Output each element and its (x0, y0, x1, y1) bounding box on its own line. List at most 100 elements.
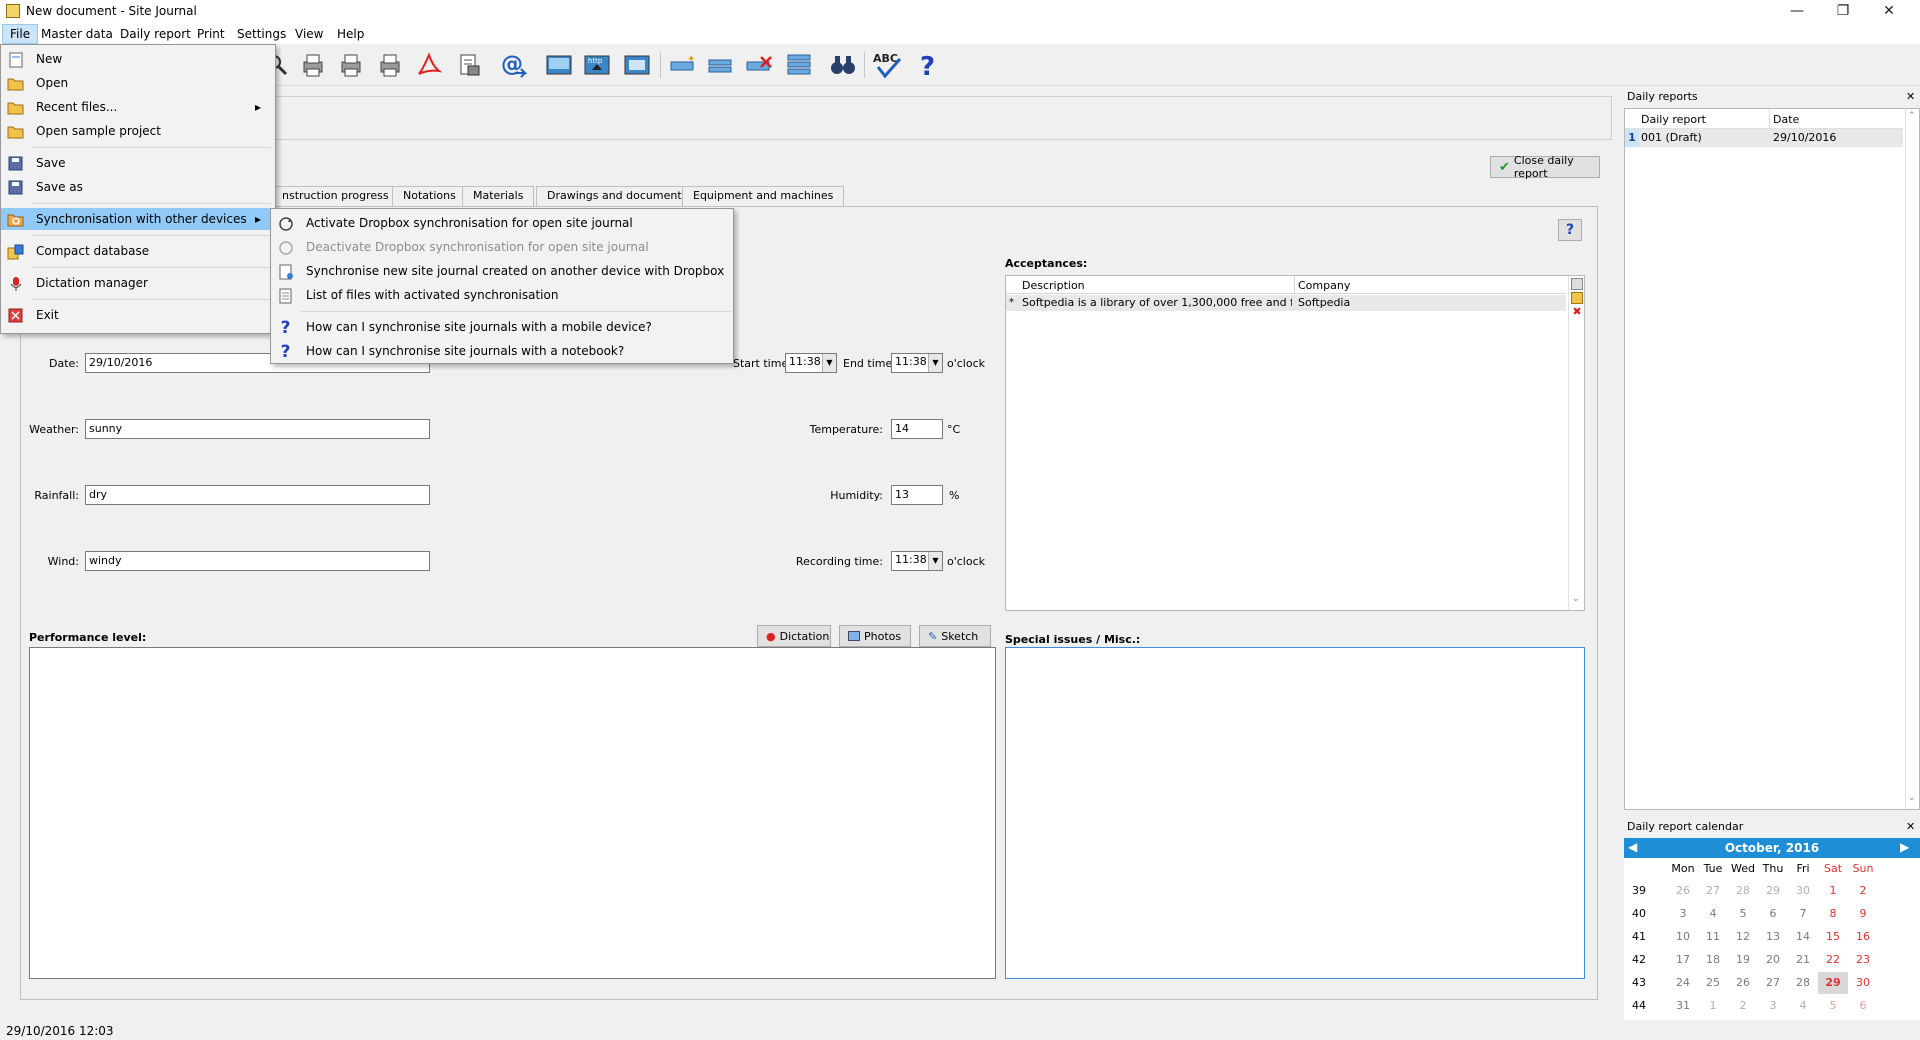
performance-textarea[interactable] (29, 647, 996, 979)
menu-item-new[interactable]: New (1, 48, 275, 70)
menu-item-save[interactable]: Save (1, 152, 275, 174)
next-month-icon[interactable]: ▶ (1900, 840, 1909, 854)
calendar-day[interactable]: 26 (1668, 880, 1698, 902)
calendar-day[interactable]: 6 (1758, 903, 1788, 925)
calendar-day[interactable]: 11 (1698, 926, 1728, 948)
print-icon[interactable] (336, 50, 366, 80)
wind-field[interactable]: windy (85, 551, 430, 571)
close-panel-icon[interactable]: ✕ (1906, 90, 1915, 103)
menu-item-synchronisation[interactable]: Synchronisation with other devices ▸ (1, 208, 275, 230)
calendar-day[interactable]: 4 (1698, 903, 1728, 925)
close-daily-report-button[interactable]: ✔ Close daily report (1490, 154, 1600, 180)
web-upload-icon[interactable]: http (582, 50, 612, 80)
menu-view[interactable]: View (288, 24, 330, 44)
start-time-combo[interactable]: 11:38 ▼ (785, 353, 837, 373)
column-header-daily-report[interactable]: Daily report (1641, 113, 1706, 126)
help-icon[interactable]: ? (914, 50, 944, 80)
scroll-down-icon[interactable]: ⌄ (1908, 793, 1916, 803)
spellcheck-icon[interactable]: ABC (872, 50, 902, 80)
menu-item-list-synced-files[interactable]: List of files with activated synchronisa… (271, 284, 733, 306)
tab-construction-progress[interactable]: nstruction progress (272, 186, 400, 206)
close-window-button[interactable]: ✕ (1866, 0, 1912, 24)
calendar-day[interactable]: 5 (1728, 903, 1758, 925)
calendar-day[interactable]: 24 (1668, 972, 1698, 994)
calendar-day[interactable]: 7 (1788, 903, 1818, 925)
print-all-icon[interactable] (375, 50, 405, 80)
recording-time-combo[interactable]: 11:38 ▼ (891, 551, 943, 571)
calendar-day[interactable]: 6 (1848, 995, 1878, 1017)
calendar-day[interactable]: 30 (1848, 972, 1878, 994)
zoom-row-icon[interactable] (1571, 278, 1583, 290)
calendar-day[interactable]: 28 (1788, 972, 1818, 994)
tab-drawings-documents[interactable]: Drawings and documents (536, 186, 699, 206)
maximize-button[interactable]: ❐ (1820, 0, 1866, 24)
menu-item-save-as[interactable]: Save as (1, 176, 275, 198)
minimize-button[interactable]: — (1774, 0, 1820, 24)
screen-export-icon[interactable] (622, 50, 652, 80)
column-header-description[interactable]: Description (1022, 279, 1085, 292)
add-row-icon[interactable]: ✦ (668, 50, 698, 80)
calendar-day[interactable]: 3 (1668, 903, 1698, 925)
special-issues-textarea[interactable] (1005, 647, 1585, 979)
calendar-day[interactable]: 31 (1668, 995, 1698, 1017)
calendar-day[interactable]: 18 (1698, 949, 1728, 971)
help-button[interactable]: ? (1558, 219, 1582, 241)
calendar-day[interactable]: 4 (1788, 995, 1818, 1017)
calendar-day[interactable]: 15 (1818, 926, 1848, 948)
menu-item-activate-dropbox-sync[interactable]: Activate Dropbox synchronisation for ope… (271, 212, 733, 234)
move-rows-icon[interactable] (784, 50, 814, 80)
menu-item-open[interactable]: Open (1, 72, 275, 94)
calendar-day[interactable]: 21 (1788, 949, 1818, 971)
calendar-day[interactable]: 2 (1728, 995, 1758, 1017)
calendar-day[interactable]: 25 (1698, 972, 1728, 994)
calendar-day[interactable]: 20 (1758, 949, 1788, 971)
column-header-company[interactable]: Company (1298, 279, 1350, 292)
weather-field[interactable]: sunny (85, 419, 430, 439)
menu-print[interactable]: Print (190, 24, 232, 44)
close-panel-icon[interactable]: ✕ (1906, 820, 1915, 833)
daily-reports-scrollbar[interactable]: ⌃ ⌄ (1905, 109, 1919, 809)
scroll-up-icon[interactable]: ⌃ (1908, 111, 1916, 121)
calendar-day[interactable]: 5 (1818, 995, 1848, 1017)
menu-item-exit[interactable]: Exit (1, 304, 275, 326)
calendar-day[interactable]: 13 (1758, 926, 1788, 948)
calendar-day[interactable]: 19 (1728, 949, 1758, 971)
menu-item-recent-files[interactable]: Recent files... ▸ (1, 96, 275, 118)
delete-row-icon[interactable]: ✖ (1571, 306, 1583, 318)
scroll-down-icon[interactable]: ⌄ (1572, 594, 1580, 604)
tab-notations[interactable]: Notations (392, 186, 467, 206)
calendar-day[interactable]: 28 (1728, 880, 1758, 902)
tab-materials[interactable]: Materials (462, 186, 535, 206)
menu-settings[interactable]: Settings (230, 24, 293, 44)
image-icon[interactable] (544, 50, 574, 80)
calendar-day[interactable]: 12 (1728, 926, 1758, 948)
dictation-button[interactable]: ● Dictation (757, 625, 831, 647)
binoculars-icon[interactable] (828, 50, 858, 80)
calendar-day[interactable]: 27 (1758, 972, 1788, 994)
menu-item-synchronise-new-journal[interactable]: Synchronise new site journal created on … (271, 260, 733, 282)
menu-item-open-sample-project[interactable]: Open sample project (1, 120, 275, 142)
tab-equipment-machines[interactable]: Equipment and machines (682, 186, 845, 206)
menu-daily-report[interactable]: Daily report (113, 24, 198, 44)
menu-item-help-notebook-sync[interactable]: ? How can I synchronise site journals wi… (271, 340, 733, 362)
calendar-day[interactable]: 14 (1788, 926, 1818, 948)
table-row[interactable]: * Softpedia is a library of over 1,300,0… (1006, 295, 1566, 311)
print-preview-icon[interactable] (298, 50, 328, 80)
menu-file[interactable]: File (2, 24, 39, 44)
table-row[interactable]: 1 001 (Draft) 29/10/2016 (1625, 129, 1903, 147)
calendar-day[interactable]: 3 (1758, 995, 1788, 1017)
temperature-field[interactable]: 14 (891, 419, 943, 439)
export-document-icon[interactable] (454, 50, 484, 80)
menu-item-compact-database[interactable]: Compact database (1, 240, 275, 262)
sketch-button[interactable]: ✎ Sketch (919, 625, 991, 647)
calendar-day[interactable]: 27 (1698, 880, 1728, 902)
calendar-day[interactable]: 17 (1668, 949, 1698, 971)
calendar-day[interactable]: 9 (1848, 903, 1878, 925)
column-header-date[interactable]: Date (1773, 113, 1799, 126)
calendar-day[interactable]: 8 (1818, 903, 1848, 925)
menu-item-dictation-manager[interactable]: Dictation manager (1, 272, 275, 294)
calendar-day[interactable]: 1 (1818, 880, 1848, 902)
calendar-day[interactable]: 30 (1788, 880, 1818, 902)
menu-item-deactivate-dropbox-sync[interactable]: Deactivate Dropbox synchronisation for o… (271, 236, 733, 258)
delete-row-icon[interactable] (744, 50, 774, 80)
